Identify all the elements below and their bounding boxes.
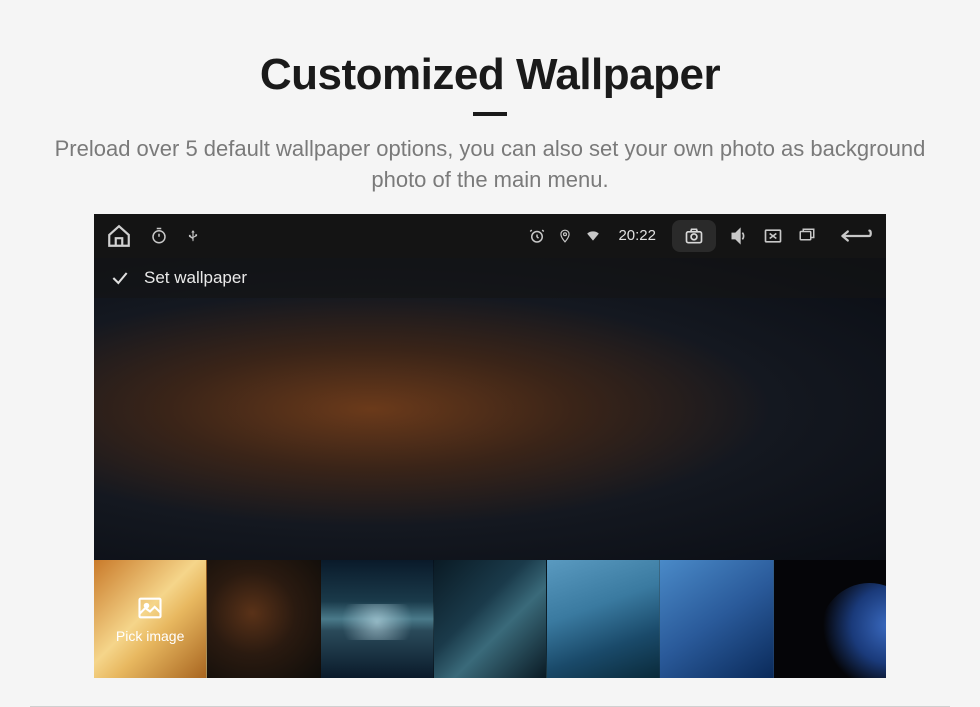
back-icon[interactable] bbox=[836, 227, 874, 245]
page-subtitle: Preload over 5 default wallpaper options… bbox=[0, 134, 980, 196]
close-window-icon[interactable] bbox=[762, 226, 784, 246]
usb-icon[interactable] bbox=[186, 227, 200, 245]
status-left bbox=[106, 223, 200, 249]
image-icon bbox=[134, 594, 166, 622]
pick-image-label: Pick image bbox=[116, 628, 184, 644]
wallpaper-preview[interactable] bbox=[94, 258, 886, 560]
status-right: 20:22 bbox=[528, 220, 874, 252]
wallpaper-thumb-6[interactable] bbox=[774, 560, 886, 678]
screen-titlebar: Set wallpaper bbox=[94, 258, 886, 298]
status-bar: 20:22 bbox=[94, 214, 886, 258]
location-icon[interactable] bbox=[558, 227, 572, 245]
wallpaper-thumb-5[interactable] bbox=[660, 560, 773, 678]
divider bbox=[30, 706, 950, 707]
wallpaper-thumb-4[interactable] bbox=[547, 560, 660, 678]
screen-title: Set wallpaper bbox=[144, 268, 247, 288]
camera-icon[interactable] bbox=[672, 220, 716, 252]
volume-icon[interactable] bbox=[728, 226, 750, 246]
page-container: Customized Wallpaper Preload over 5 defa… bbox=[0, 0, 980, 707]
wallpaper-thumb-3[interactable] bbox=[434, 560, 547, 678]
alarm-icon[interactable] bbox=[528, 227, 546, 245]
page-title: Customized Wallpaper bbox=[0, 50, 980, 100]
checkmark-icon[interactable] bbox=[108, 268, 132, 288]
wallpaper-thumb-2[interactable] bbox=[321, 560, 434, 678]
device-screen: 20:22 bbox=[94, 214, 886, 678]
pick-image-button[interactable]: Pick image bbox=[94, 560, 207, 678]
recent-apps-icon[interactable] bbox=[796, 227, 818, 245]
thumbnail-strip: Pick image bbox=[94, 560, 886, 678]
timer-icon[interactable] bbox=[150, 227, 168, 245]
clock-time: 20:22 bbox=[618, 227, 656, 244]
wallpaper-thumb-1[interactable] bbox=[207, 560, 320, 678]
wifi-icon[interactable] bbox=[584, 229, 602, 243]
home-icon[interactable] bbox=[106, 223, 132, 249]
title-underline bbox=[473, 112, 507, 116]
